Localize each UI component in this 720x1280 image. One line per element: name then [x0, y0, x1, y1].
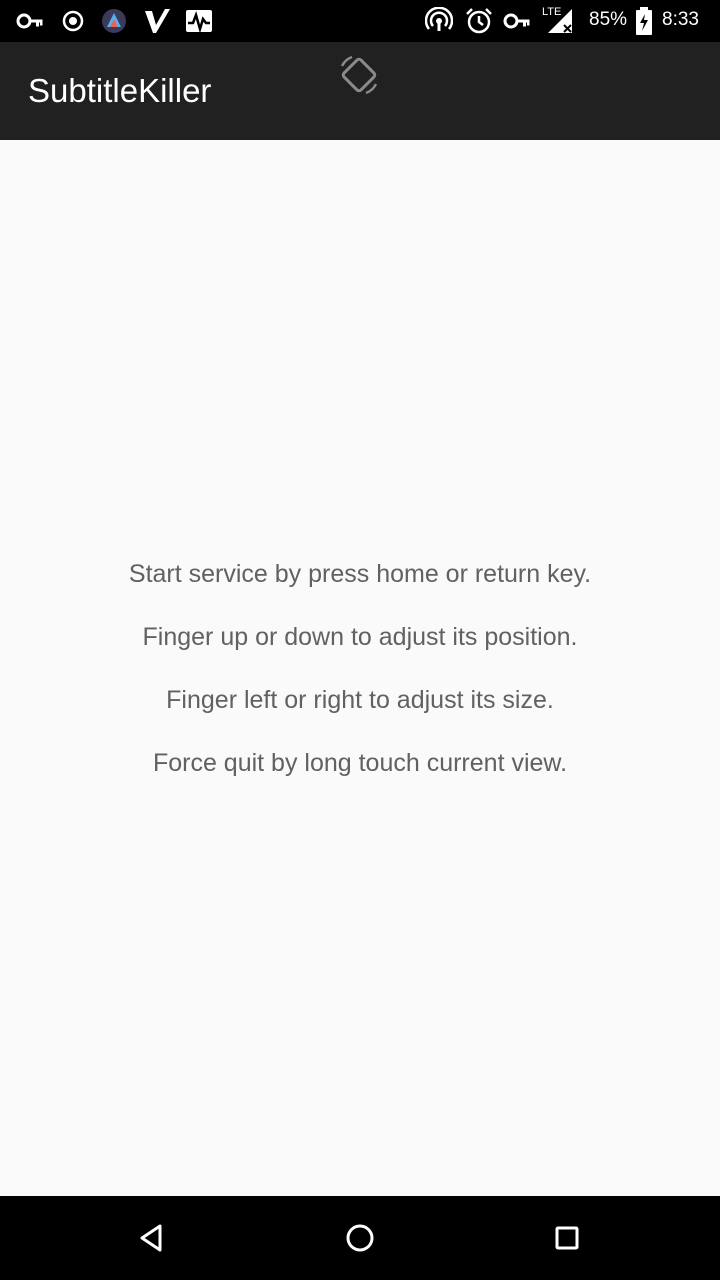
back-icon[interactable]	[130, 1216, 174, 1260]
record-icon	[62, 10, 84, 32]
instruction-line-quit: Force quit by long touch current view.	[152, 749, 568, 777]
app-title: SubtitleKiller	[28, 72, 212, 109]
instruction-line-size: Finger left or right to adjust its size.	[166, 686, 554, 714]
hotspot-icon	[425, 7, 453, 31]
instructions: Start service by press home or return ke…	[0, 558, 720, 810]
activity-icon	[186, 10, 212, 34]
home-icon[interactable]	[338, 1216, 382, 1260]
main-content[interactable]: Start service by press home or return ke…	[0, 140, 720, 1196]
battery-charging-icon	[636, 7, 652, 35]
instruction-line-start: Start service by press home or return ke…	[128, 560, 592, 588]
app-notification-icon	[102, 9, 126, 33]
recents-icon[interactable]	[545, 1216, 589, 1260]
instruction-line-position: Finger up or down to adjust its position…	[142, 623, 578, 651]
alarm-icon	[466, 8, 492, 34]
navigation-bar	[0, 1196, 720, 1280]
vpn-key-icon	[503, 13, 530, 29]
status-bar: LTE 85% 8:33	[0, 0, 720, 42]
vpn-key-icon	[16, 13, 43, 29]
screen-rotation-icon[interactable]	[336, 52, 382, 98]
v-app-icon	[145, 9, 170, 33]
lte-signal-icon	[548, 9, 572, 33]
app-bar: SubtitleKiller	[0, 42, 720, 140]
clock: 8:33	[662, 9, 699, 30]
battery-percent: 85%	[589, 9, 628, 30]
